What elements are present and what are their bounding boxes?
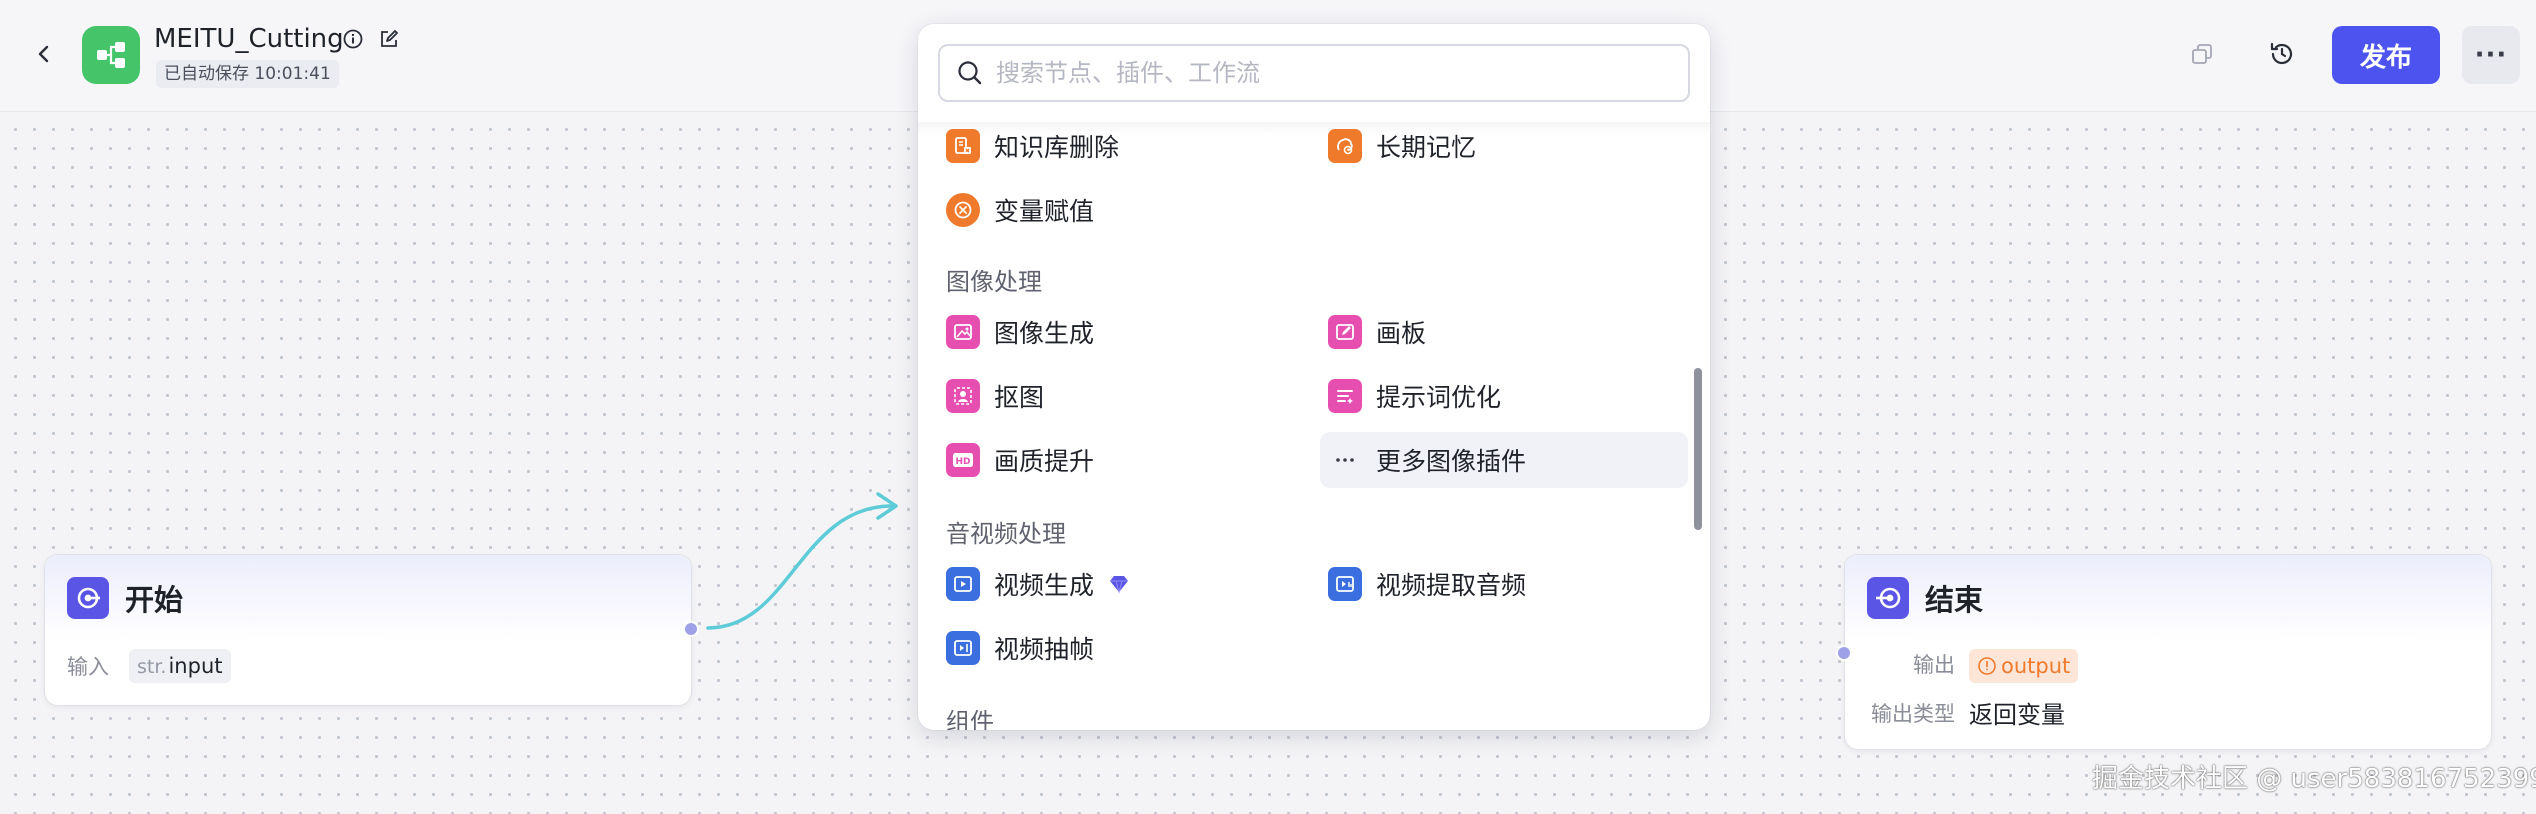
start-output-port[interactable] (683, 621, 699, 637)
video-generate-icon (946, 567, 980, 601)
more-dots-icon (1328, 443, 1362, 477)
input-name: input (168, 654, 223, 678)
node-item-knowledge-delete[interactable]: 知识库删除 (938, 118, 1298, 174)
node-item-label: 变量赋值 (994, 197, 1095, 226)
node-item-label: 抠图 (994, 383, 1045, 412)
image-generate-icon (946, 315, 980, 349)
node-item-label: 图像生成 (994, 319, 1095, 348)
node-item-prompt-optimize[interactable]: 提示词优化 (1320, 368, 1680, 424)
output-label: 输出 (1913, 653, 1955, 677)
node-item-cutout[interactable]: 抠图 (938, 368, 1298, 424)
node-item-label: 提示词优化 (1376, 383, 1502, 412)
node-item-label: 视频生成 (994, 571, 1095, 600)
canvas-icon (1328, 315, 1362, 349)
hd-enhance-icon: HD (946, 443, 980, 477)
cutout-icon (946, 379, 980, 413)
start-node-icon (67, 577, 109, 619)
end-node-title: 结束 (1925, 583, 1984, 617)
search-box[interactable] (938, 44, 1690, 102)
end-node[interactable]: 结束 输出 output 输出类型 返回变量 (1836, 554, 2492, 750)
section-image-processing: 图像处理 (946, 268, 1042, 296)
end-node-icon (1867, 577, 1909, 619)
output-type-value: 返回变量 (1969, 701, 2065, 729)
node-item-long-term-memory[interactable]: 长期记忆 (1320, 118, 1680, 174)
node-item-video-generate[interactable]: 视频生成 (938, 556, 1298, 612)
node-item-label: 画板 (1376, 319, 1427, 348)
prompt-optimize-icon (1328, 379, 1362, 413)
node-item-image-generate[interactable]: 图像生成 (938, 304, 1298, 360)
long-term-memory-icon (1328, 129, 1362, 163)
node-item-label: 长期记忆 (1376, 133, 1477, 162)
knowledge-delete-icon (946, 129, 980, 163)
premium-diamond-icon (1110, 576, 1129, 594)
warning-icon (1978, 657, 1996, 675)
node-item-variable-assign[interactable]: 变量赋值 (938, 182, 1298, 238)
start-node-title: 开始 (125, 583, 184, 617)
node-item-canvas[interactable]: 画板 (1320, 304, 1680, 360)
end-input-port[interactable] (1836, 645, 1852, 661)
video-frame-icon (946, 631, 980, 665)
input-variable-tag: str. input (129, 649, 231, 683)
output-type-label: 输出类型 (1871, 702, 1955, 726)
video-extract-audio-icon (1328, 567, 1362, 601)
node-item-label: 视频提取音频 (1376, 571, 1527, 600)
start-node[interactable]: 开始 输入 str. input (44, 554, 699, 706)
node-item-label: 画质提升 (994, 447, 1095, 476)
input-label: 输入 (67, 655, 109, 679)
output-variable-tag: output (1969, 649, 2079, 683)
output-name: output (2001, 654, 2071, 678)
section-audio-video: 音视频处理 (946, 520, 1066, 548)
watermark: 掘金技术社区 @ user5838167523996 (2092, 764, 2536, 794)
node-picker-popup: 知识库删除 长期记忆 变量赋值 图像处理 图像生成 画板 抠图 (918, 24, 1710, 730)
svg-text:HD: HD (955, 457, 970, 467)
node-item-label: 知识库删除 (994, 133, 1120, 162)
search-icon (958, 61, 982, 85)
search-input[interactable] (996, 59, 1676, 87)
node-item-video-frame[interactable]: 视频抽帧 (938, 620, 1298, 676)
node-item-hd-enhance[interactable]: HD 画质提升 (938, 432, 1298, 488)
section-components: 组件 (946, 708, 994, 730)
node-item-label: 视频抽帧 (994, 635, 1095, 664)
node-item-video-extract-audio[interactable]: 视频提取音频 (1320, 556, 1680, 612)
node-item-label: 更多图像插件 (1376, 447, 1527, 476)
input-type: str. (137, 656, 167, 678)
popup-scrollbar[interactable] (1694, 368, 1702, 530)
node-item-more-image-plugins[interactable]: 更多图像插件 (1320, 432, 1688, 488)
variable-assign-icon (946, 193, 980, 227)
